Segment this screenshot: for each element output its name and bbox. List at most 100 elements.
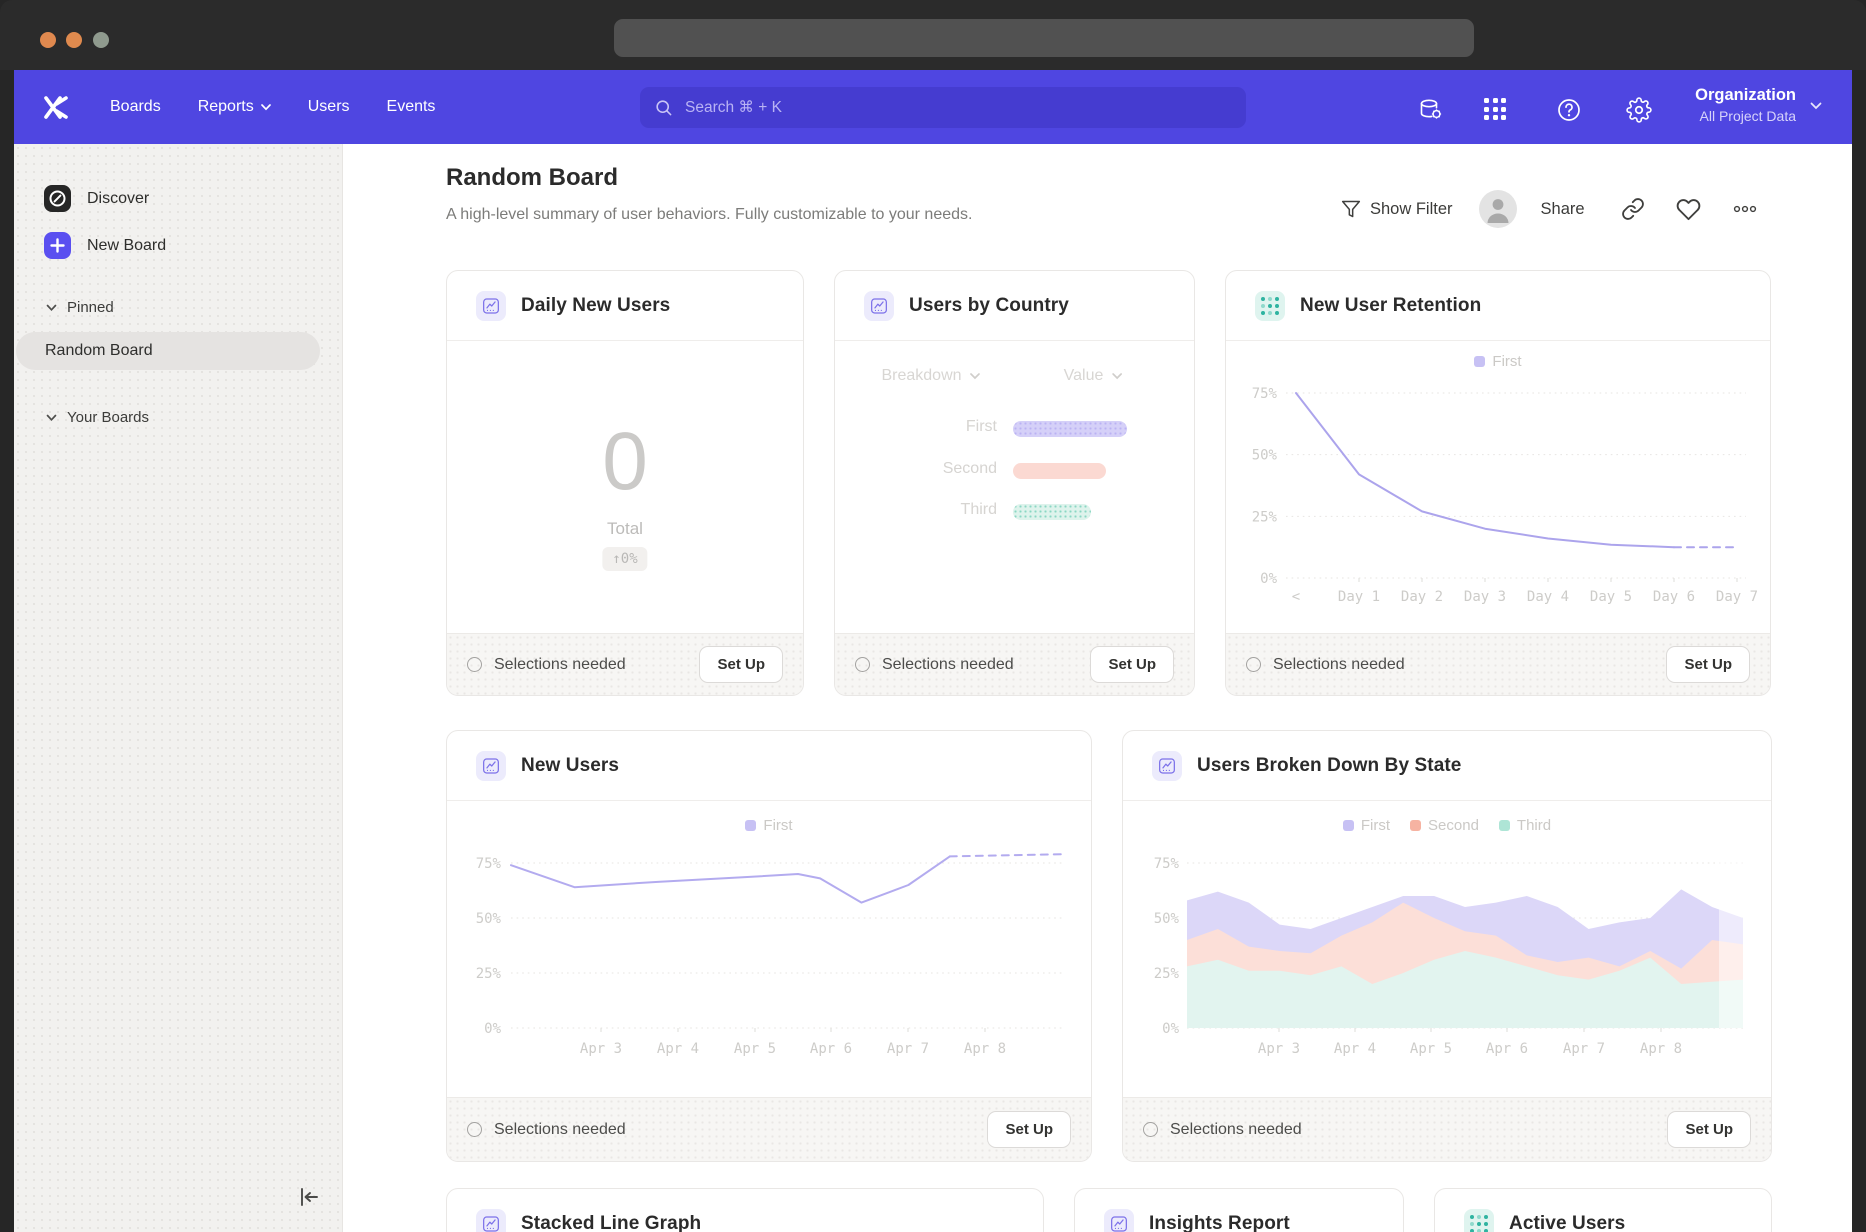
set-up-button[interactable]: Set Up bbox=[1667, 1111, 1751, 1148]
card-header: Users Broken Down By State bbox=[1123, 731, 1771, 801]
avatar[interactable] bbox=[1479, 190, 1517, 228]
svg-text:Apr 4: Apr 4 bbox=[657, 1041, 699, 1057]
board-actions: Show Filter Share bbox=[1341, 189, 1758, 229]
sidebar-item-random-board[interactable]: Random Board bbox=[16, 332, 320, 370]
svg-text:Apr 7: Apr 7 bbox=[1563, 1041, 1605, 1057]
plus-icon bbox=[44, 232, 71, 259]
window-close-button[interactable] bbox=[40, 32, 56, 48]
chevron-down-icon bbox=[46, 414, 57, 422]
card-new-users: New Users First 75%50%25%0%Apr 3Apr 4Apr… bbox=[446, 730, 1092, 1162]
dropdown-label: Value bbox=[1064, 367, 1104, 385]
section-label: Your Boards bbox=[67, 409, 149, 426]
chevron-down-icon bbox=[261, 104, 271, 111]
set-up-button[interactable]: Set Up bbox=[1666, 646, 1750, 683]
show-filter-button[interactable]: Show Filter bbox=[1341, 199, 1453, 219]
svg-text:50%: 50% bbox=[1252, 448, 1278, 464]
new-users-chart: 75%50%25%0%Apr 3Apr 4Apr 5Apr 6Apr 7Apr … bbox=[447, 801, 1092, 1099]
line-chart-icon bbox=[476, 751, 506, 781]
card-active-users: Active Users bbox=[1434, 1188, 1772, 1232]
svg-text:Apr 8: Apr 8 bbox=[1640, 1041, 1682, 1057]
card-title: Users by Country bbox=[909, 295, 1069, 317]
svg-text:75%: 75% bbox=[476, 856, 502, 872]
svg-text:Apr 3: Apr 3 bbox=[580, 1041, 622, 1057]
retention-grid-icon bbox=[1255, 291, 1285, 321]
dropdown-label: Breakdown bbox=[881, 367, 961, 385]
svg-text:25%: 25% bbox=[1252, 509, 1278, 525]
breakdown-dropdown[interactable]: Breakdown bbox=[881, 367, 980, 385]
svg-text:Day 3: Day 3 bbox=[1464, 589, 1506, 605]
browser-window: Boards Reports Users Events bbox=[0, 0, 1866, 1232]
window-minimize-button[interactable] bbox=[66, 32, 82, 48]
window-chrome bbox=[0, 0, 1866, 70]
svg-text:75%: 75% bbox=[1154, 856, 1180, 872]
card-stacked-line-graph: Stacked Line Graph bbox=[446, 1188, 1044, 1232]
share-button[interactable]: Share bbox=[1541, 200, 1585, 219]
set-up-button[interactable]: Set Up bbox=[699, 646, 783, 683]
bar-label: Third bbox=[835, 501, 997, 519]
sidebar-item-new-board[interactable]: New Board bbox=[44, 232, 166, 259]
svg-text:<: < bbox=[1292, 589, 1300, 605]
nav-item-events[interactable]: Events bbox=[387, 98, 436, 116]
line-chart-icon bbox=[1152, 751, 1182, 781]
nav-links: Boards Reports Users Events bbox=[110, 70, 435, 144]
section-label: Pinned bbox=[67, 299, 114, 316]
search-icon bbox=[654, 98, 673, 117]
more-options-icon[interactable] bbox=[1732, 196, 1758, 222]
board-name: Random Board bbox=[45, 342, 153, 360]
line-chart-icon bbox=[476, 291, 506, 321]
status-circle-icon bbox=[467, 657, 482, 672]
settings-gear-icon[interactable] bbox=[1626, 97, 1652, 123]
collapse-sidebar-icon[interactable] bbox=[296, 1184, 322, 1210]
show-filter-label: Show Filter bbox=[1370, 200, 1453, 219]
nav-item-reports[interactable]: Reports bbox=[198, 98, 271, 116]
svg-text:Day 2: Day 2 bbox=[1401, 589, 1443, 605]
card-header: New Users bbox=[447, 731, 1091, 801]
svg-text:Apr 3: Apr 3 bbox=[1258, 1041, 1300, 1057]
address-bar[interactable] bbox=[614, 19, 1474, 57]
sidebar-section-your-boards[interactable]: Your Boards bbox=[46, 409, 149, 426]
org-scope: All Project Data bbox=[1695, 106, 1796, 126]
copy-link-icon[interactable] bbox=[1621, 197, 1645, 221]
search-bar[interactable] bbox=[640, 87, 1246, 128]
apps-grid-icon[interactable] bbox=[1484, 97, 1510, 123]
nav-item-users[interactable]: Users bbox=[308, 98, 350, 116]
svg-text:0%: 0% bbox=[1162, 1021, 1179, 1037]
search-input[interactable] bbox=[683, 98, 1232, 118]
page-title: Random Board bbox=[446, 164, 618, 192]
set-up-button[interactable]: Set Up bbox=[987, 1111, 1071, 1148]
sidebar-item-discover[interactable]: Discover bbox=[44, 185, 149, 212]
card-header: Users by Country bbox=[835, 271, 1194, 341]
bar-label: Second bbox=[835, 460, 997, 478]
card-title: Active Users bbox=[1509, 1213, 1625, 1232]
window-zoom-button[interactable] bbox=[93, 32, 109, 48]
users-by-state-chart: 75%50%25%0%Apr 3Apr 4Apr 5Apr 6Apr 7Apr … bbox=[1123, 801, 1772, 1099]
status-text: Selections needed bbox=[494, 656, 626, 674]
person-icon bbox=[1479, 190, 1517, 228]
org-switcher[interactable]: Organization All Project Data bbox=[1695, 84, 1796, 126]
value-dropdown[interactable]: Value bbox=[1064, 367, 1123, 385]
status-circle-icon bbox=[467, 1122, 482, 1137]
svg-text:Apr 8: Apr 8 bbox=[964, 1041, 1006, 1057]
help-icon[interactable] bbox=[1556, 97, 1582, 123]
data-management-icon[interactable] bbox=[1418, 97, 1444, 123]
card-header: Stacked Line Graph bbox=[447, 1189, 1043, 1232]
card-footer: Selections needed Set Up bbox=[447, 633, 803, 695]
card-new-user-retention: New User Retention First 75%50%25%0%<Day… bbox=[1225, 270, 1771, 696]
bar-label: First bbox=[835, 418, 997, 436]
svg-text:75%: 75% bbox=[1252, 386, 1278, 402]
card-header: New User Retention bbox=[1226, 271, 1770, 341]
set-up-button[interactable]: Set Up bbox=[1090, 646, 1174, 683]
card-header: Insights Report bbox=[1075, 1189, 1403, 1232]
nav-item-label: Events bbox=[387, 98, 436, 116]
card-footer: Selections needed Set Up bbox=[447, 1097, 1091, 1161]
mixpanel-logo-icon[interactable] bbox=[42, 96, 70, 119]
card-title: Insights Report bbox=[1149, 1213, 1290, 1232]
favorite-heart-icon[interactable] bbox=[1676, 197, 1701, 222]
nav-item-boards[interactable]: Boards bbox=[110, 98, 161, 116]
svg-text:Day 5: Day 5 bbox=[1590, 589, 1632, 605]
card-header: Active Users bbox=[1435, 1189, 1771, 1232]
sidebar-section-pinned[interactable]: Pinned bbox=[46, 299, 114, 316]
card-title: Daily New Users bbox=[521, 295, 670, 317]
svg-text:Apr 5: Apr 5 bbox=[1410, 1041, 1452, 1057]
org-name: Organization bbox=[1695, 84, 1796, 106]
